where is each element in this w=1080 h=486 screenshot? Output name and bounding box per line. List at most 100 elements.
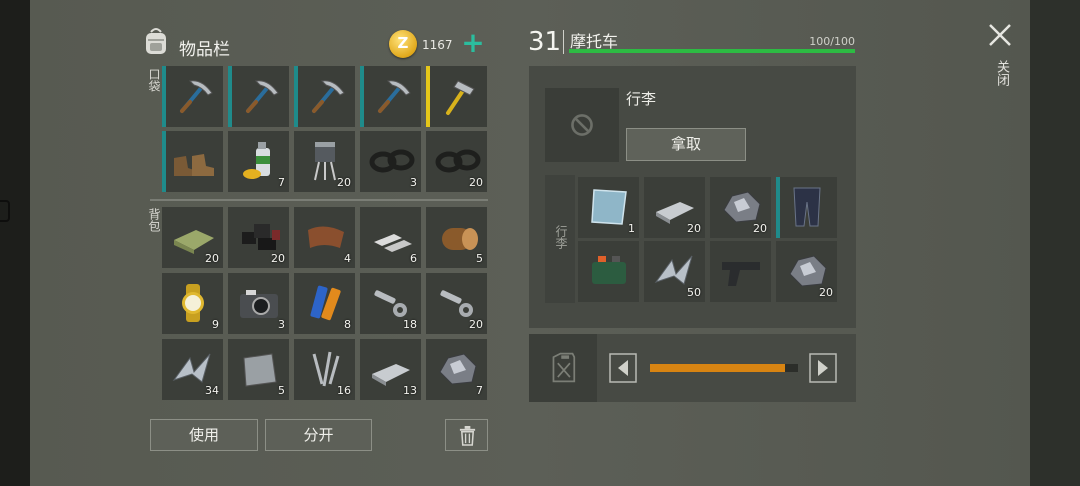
item-count: 7 — [476, 384, 483, 397]
backpack-slot[interactable]: 16 — [294, 339, 355, 400]
iron-bars-icon — [374, 234, 412, 252]
use-button[interactable]: 使用 — [150, 419, 258, 451]
fuel-decrease-button[interactable] — [608, 352, 638, 384]
luggage-slot[interactable]: 50 — [644, 241, 705, 302]
ore-icon — [439, 353, 477, 385]
backpack-slot[interactable]: 9 — [162, 273, 223, 334]
boots-icon — [174, 154, 214, 176]
inventory-header: 物品栏 Z 1167 + — [142, 26, 487, 60]
pocket-slot[interactable] — [294, 66, 355, 127]
item-count: 16 — [337, 384, 351, 397]
empty-slot-icon — [571, 114, 593, 136]
take-button[interactable]: 拿取 — [626, 128, 746, 161]
arrow-right-icon — [809, 353, 837, 383]
fuel-level-fill — [650, 364, 785, 372]
glass-pane-icon — [591, 189, 627, 225]
item-count: 20 — [469, 318, 483, 331]
item-quality-stripe — [426, 66, 430, 127]
item-quality-stripe — [162, 131, 166, 192]
luggage-slot[interactable] — [776, 177, 837, 238]
leather-icon — [308, 226, 344, 248]
screen-edge-left — [0, 0, 30, 486]
vehicle-durability-bar — [569, 49, 855, 53]
pickaxe-icon — [378, 80, 411, 113]
item-count: 5 — [278, 384, 285, 397]
inventory-title: 物品栏 — [179, 40, 230, 60]
luggage-equip-slot[interactable] — [545, 88, 619, 162]
item-count: 34 — [205, 384, 219, 397]
item-count: 20 — [205, 252, 219, 265]
item-count: 3 — [410, 176, 417, 189]
vehicle-durability-text: 100/100 — [809, 35, 855, 48]
luggage-slot[interactable]: 20 — [776, 241, 837, 302]
item-quality-stripe — [360, 66, 364, 127]
item-count: 20 — [687, 222, 701, 235]
trash-icon — [459, 426, 476, 446]
section-divider — [150, 199, 488, 201]
camera-icon — [240, 290, 278, 318]
pocket-slot[interactable] — [426, 66, 487, 127]
screen-notch — [0, 200, 10, 222]
luggage-slot[interactable]: 20 — [644, 177, 705, 238]
luggage-slot[interactable] — [578, 241, 639, 302]
backpack-slot[interactable]: 13 — [360, 339, 421, 400]
pickaxe-icon — [246, 80, 279, 113]
wristwatch-icon — [182, 284, 204, 322]
fuel-slot[interactable] — [529, 334, 597, 402]
arrow-left-icon — [609, 353, 637, 383]
pocket-slot[interactable]: 7 — [228, 131, 289, 192]
backpack-slot[interactable]: 34 — [162, 339, 223, 400]
item-count: 4 — [344, 252, 351, 265]
batteries-icon — [310, 285, 341, 321]
item-count: 13 — [403, 384, 417, 397]
vehicle-durability-fill — [569, 49, 855, 53]
vehicle-level: 31 — [528, 27, 562, 57]
item-count: 6 — [410, 252, 417, 265]
backpack-slot[interactable]: 8 — [294, 273, 355, 334]
fuel-level-bar[interactable] — [650, 364, 798, 372]
item-count: 9 — [212, 318, 219, 331]
trash-button[interactable] — [445, 419, 488, 451]
luggage-side-label: 行李 — [554, 225, 568, 249]
item-quality-stripe — [294, 66, 298, 127]
item-count: 5 — [476, 252, 483, 265]
pocket-slot[interactable] — [162, 66, 223, 127]
backpack-slot[interactable]: 20 — [426, 273, 487, 334]
item-count: 18 — [403, 318, 417, 331]
add-coins-button[interactable]: + — [460, 28, 486, 58]
backpack-slot[interactable]: 18 — [360, 273, 421, 334]
pocket-slot[interactable]: 3 — [360, 131, 421, 192]
backpack-slot[interactable]: 4 — [294, 207, 355, 268]
item-count: 1 — [628, 222, 635, 235]
pocket-slot[interactable]: 20 — [426, 131, 487, 192]
backpack-slot[interactable]: 7 — [426, 339, 487, 400]
backpack-slot[interactable]: 6 — [360, 207, 421, 268]
luggage-slot[interactable]: 20 — [710, 177, 771, 238]
pocket-slot[interactable]: 20 — [294, 131, 355, 192]
close-button[interactable] — [985, 20, 1015, 50]
pocket-slot[interactable] — [228, 66, 289, 127]
bomb-icon — [592, 256, 626, 284]
pocket-slot[interactable] — [360, 66, 421, 127]
pocket-slot[interactable] — [162, 131, 223, 192]
luggage-side-tab: 行李 — [545, 175, 575, 303]
pickaxe-icon — [312, 80, 345, 113]
backpack-slot[interactable]: 20 — [228, 207, 289, 268]
armored-pants-icon — [793, 187, 821, 227]
backpack-slot[interactable]: 3 — [228, 273, 289, 334]
fuel-increase-button[interactable] — [808, 352, 838, 384]
close-icon — [989, 24, 1011, 46]
luggage-slot[interactable]: 1 — [578, 177, 639, 238]
rubber-ring-icon — [369, 149, 415, 173]
backpack-slot[interactable]: 5 — [426, 207, 487, 268]
hammer-icon — [446, 80, 475, 115]
split-button[interactable]: 分开 — [265, 419, 372, 451]
log-icon — [442, 228, 478, 250]
jerrycan-icon — [552, 352, 576, 383]
pistol-icon — [722, 262, 760, 286]
item-quality-stripe — [228, 66, 232, 127]
metal-plate-icon — [243, 353, 277, 387]
backpack-slot[interactable]: 20 — [162, 207, 223, 268]
backpack-slot[interactable]: 5 — [228, 339, 289, 400]
luggage-slot[interactable] — [710, 241, 771, 302]
